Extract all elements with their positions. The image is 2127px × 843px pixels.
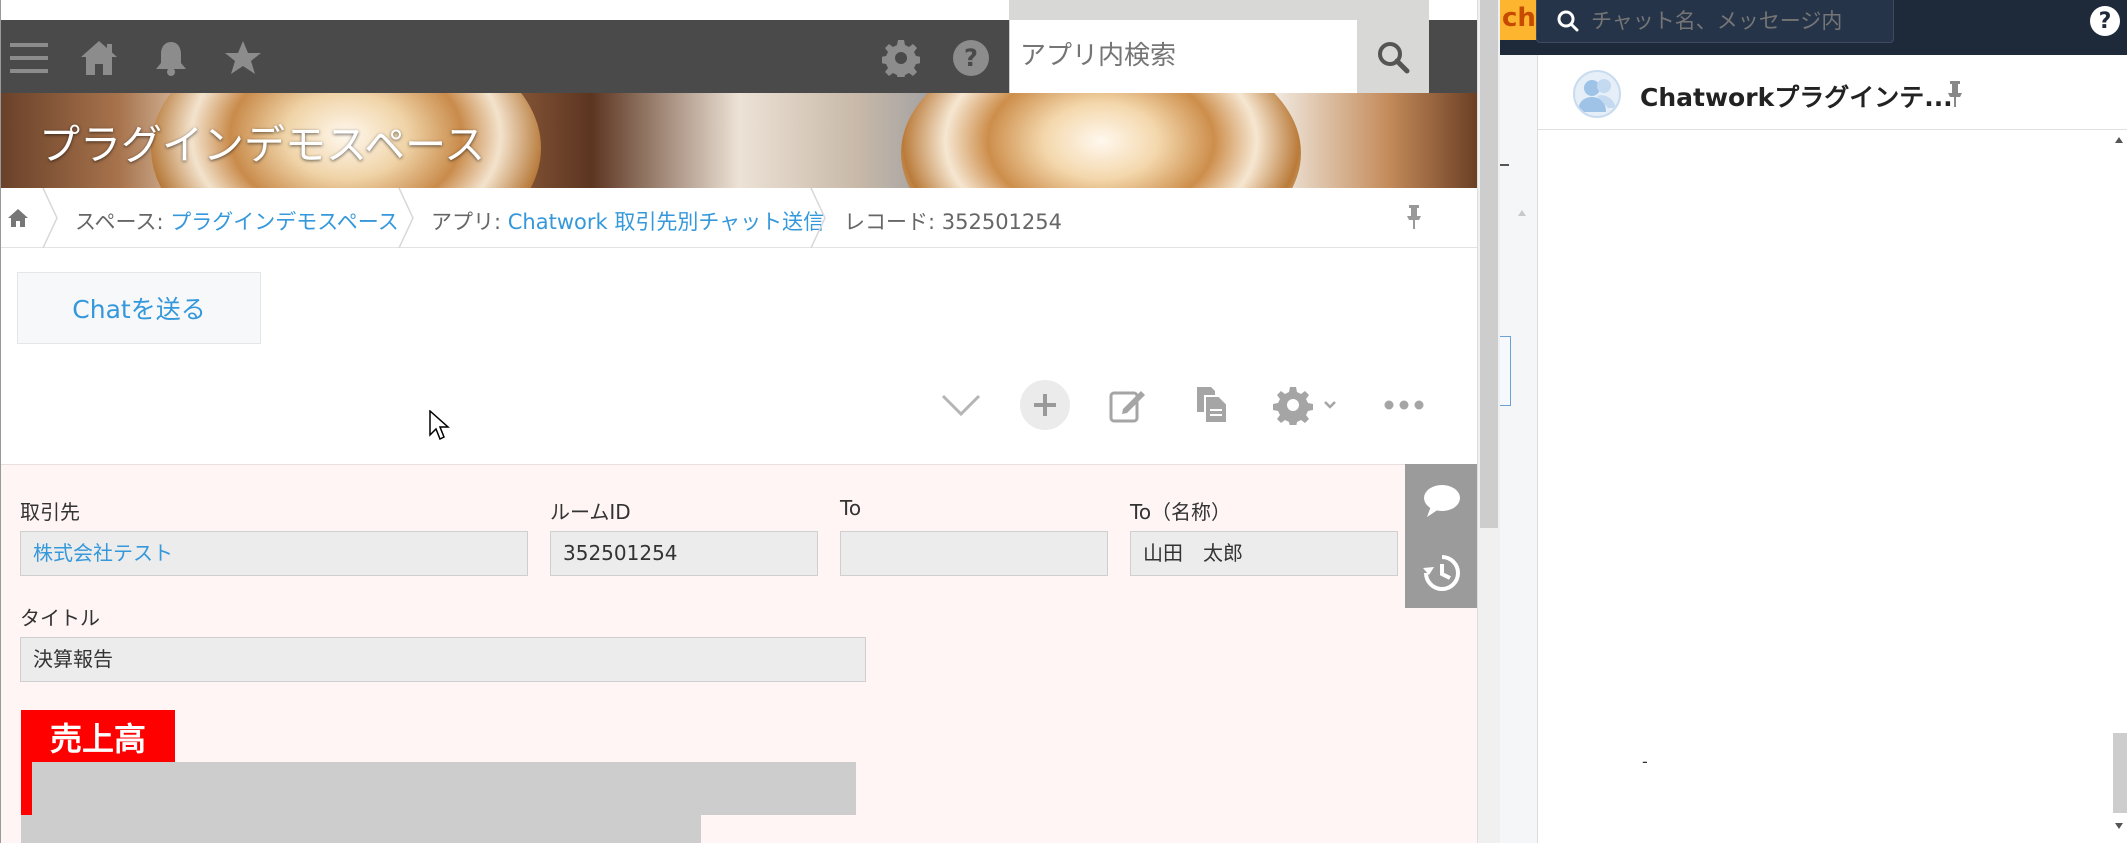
field-label-to-name: To（名称）: [1130, 500, 1232, 524]
field-label-title: タイトル: [20, 606, 100, 630]
pin-icon[interactable]: [1945, 80, 1965, 108]
room-avatar: [1573, 70, 1621, 118]
breadcrumb-separator: [42, 188, 58, 248]
section-content: [21, 815, 701, 843]
field-customer[interactable]: 株式会社テスト: [20, 531, 528, 576]
breadcrumb-app: アプリ: Chatwork 取引先別チャット送信: [431, 206, 824, 236]
menu-icon[interactable]: [7, 36, 51, 80]
field-to-name: 山田 太郎: [1130, 531, 1398, 576]
breadcrumb-app-link[interactable]: Chatwork 取引先別チャット送信: [508, 210, 824, 234]
add-record-button[interactable]: [1020, 380, 1070, 430]
breadcrumb-separator: [398, 188, 414, 248]
chevron-down-icon[interactable]: [936, 380, 986, 430]
field-label-customer: 取引先: [20, 500, 80, 524]
breadcrumb-space: スペース: プラグインデモスペース: [75, 206, 399, 236]
kintone-window: ? プラグインデモスペース スペース: プラグインデモスペース アプリ: Cha…: [0, 0, 1500, 843]
send-chat-button[interactable]: Chatを送る: [17, 272, 261, 344]
breadcrumb: スペース: プラグインデモスペース アプリ: Chatwork 取引先別チャット…: [1, 188, 1477, 248]
duplicate-icon[interactable]: [1187, 380, 1237, 430]
field-label-room-id: ルームID: [550, 500, 631, 524]
left-panel-selected-item[interactable]: [1500, 336, 1511, 406]
breadcrumb-space-link[interactable]: プラグインデモスペース: [170, 210, 398, 234]
home-icon[interactable]: [77, 36, 121, 80]
mouse-cursor: [429, 410, 451, 442]
top-strip-gray: [1009, 0, 1429, 20]
field-title: 決算報告: [20, 637, 866, 682]
settings-menu-button[interactable]: [1271, 380, 1339, 430]
breadcrumb-separator: [810, 188, 826, 248]
scroll-up-arrow-icon[interactable]: [1517, 208, 1527, 218]
chatwork-left-panel: [1500, 55, 1538, 843]
scroll-down-arrow-icon[interactable]: [2113, 820, 2125, 832]
section-content: [32, 762, 856, 815]
star-icon[interactable]: [221, 36, 265, 80]
history-icon[interactable]: [1423, 554, 1461, 592]
section-label-sales: 売上高: [21, 710, 175, 764]
chatwork-logo[interactable]: ch: [1500, 0, 1538, 40]
app-search-input[interactable]: [1020, 36, 1340, 76]
room-name[interactable]: Chatworkプラグインテ...: [1640, 78, 1953, 114]
space-title: プラグインデモスペース: [39, 121, 486, 169]
pin-icon[interactable]: [1405, 204, 1423, 230]
more-options-icon[interactable]: [1379, 380, 1429, 430]
bell-icon[interactable]: [149, 36, 193, 80]
chat-placeholder-text: -: [1642, 752, 1648, 771]
side-panel-tabs: [1405, 464, 1477, 608]
latte-cup-right: [901, 93, 1301, 188]
search-icon: [1557, 10, 1579, 32]
gear-icon: [1273, 387, 1336, 425]
search-icon: [1378, 41, 1410, 73]
breadcrumb-record: レコード: 352501254: [844, 210, 1062, 234]
scrollbar-thumb[interactable]: [1480, 0, 1498, 528]
gear-icon[interactable]: [879, 36, 923, 80]
chatwork-search-input[interactable]: [1591, 9, 1891, 33]
field-label-to: To: [840, 496, 862, 520]
field-room-id: 352501254: [550, 531, 818, 576]
search-button[interactable]: [1357, 20, 1429, 93]
field-to: [840, 531, 1108, 576]
help-icon[interactable]: ?: [949, 36, 993, 80]
edit-icon[interactable]: [1103, 380, 1153, 430]
chat-scrollbar-thumb[interactable]: [2113, 733, 2127, 813]
svg-text:?: ?: [964, 44, 978, 72]
breadcrumb-home-icon[interactable]: [7, 208, 29, 228]
scroll-up-arrow-icon[interactable]: [2113, 134, 2125, 146]
left-panel-mark: [1500, 164, 1509, 166]
breadcrumb-space-prefix: スペース:: [75, 210, 171, 234]
plus-icon: [1034, 394, 1056, 416]
space-banner: プラグインデモスペース: [1, 93, 1477, 188]
breadcrumb-app-prefix: アプリ:: [431, 210, 508, 234]
chatwork-search: [1536, 0, 1894, 43]
group-avatar-icon: [1578, 79, 1616, 112]
comment-icon[interactable]: [1423, 484, 1461, 518]
help-icon[interactable]: ?: [2090, 6, 2120, 36]
app-search-box: [1009, 20, 1357, 93]
